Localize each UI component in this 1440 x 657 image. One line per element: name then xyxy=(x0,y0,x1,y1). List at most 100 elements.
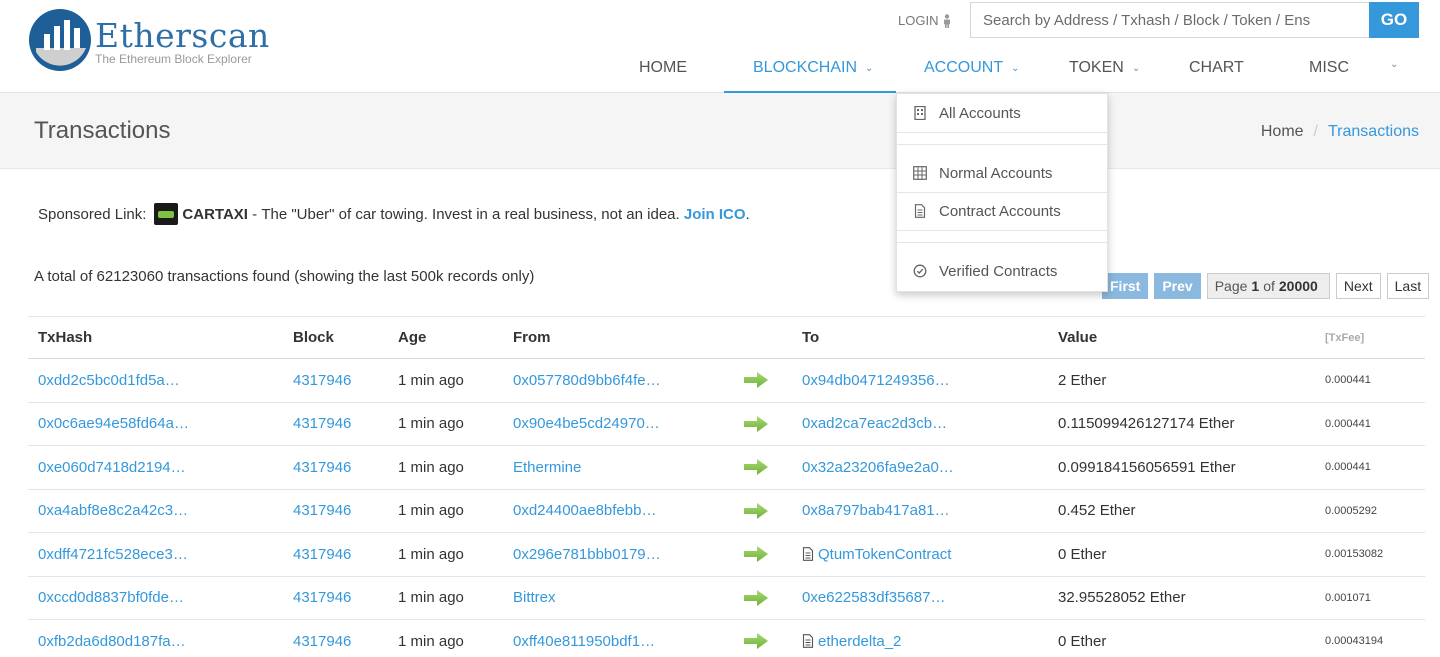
right-arrow-icon xyxy=(744,589,768,606)
tx-hash-link[interactable]: 0xdff4721fc528ece3… xyxy=(38,533,188,576)
tx-value: 32.95528052 Ether xyxy=(1058,589,1186,607)
account-dropdown-menu: All Accounts Normal Accounts Contract Ac… xyxy=(896,93,1108,292)
transfer-arrow-container xyxy=(743,446,769,489)
to-address-link[interactable]: 0x8a797bab417a81… xyxy=(802,502,950,519)
block-link[interactable]: 4317946 xyxy=(293,620,351,657)
to-address-link[interactable]: 0xad2ca7eac2d3cb… xyxy=(802,415,947,432)
tx-hash-link[interactable]: 0xdd2c5bc0d1fd5a… xyxy=(38,359,180,402)
from-address-link[interactable]: Ethermine xyxy=(513,446,581,489)
tx-hash-link[interactable]: 0x0c6ae94e58fd64a… xyxy=(38,403,189,446)
tx-fee: 0.00043194 xyxy=(1325,635,1384,648)
tx-hash-link[interactable]: 0xfb2da6d80d187fa… xyxy=(38,620,186,657)
from-address-link[interactable]: 0x296e781bbb0179… xyxy=(513,533,661,576)
right-arrow-icon xyxy=(744,546,768,563)
menu-item-normal-accounts[interactable]: Normal Accounts xyxy=(897,154,1107,192)
tx-hash-link[interactable]: 0xe060d7418d2194… xyxy=(38,446,186,489)
to-address-link[interactable]: 0x32a23206fa9e2a0… xyxy=(802,459,954,476)
tx-fee: 0.00153082 xyxy=(1325,548,1384,561)
nav-blockchain[interactable]: BLOCKCHAIN ⌄ xyxy=(753,59,873,77)
breadcrumb-separator: / xyxy=(1313,123,1318,140)
tx-value: 0.452 Ether xyxy=(1058,502,1136,520)
nav-account[interactable]: ACCOUNT ⌄ xyxy=(924,59,1020,77)
menu-item-all-accounts[interactable]: All Accounts xyxy=(897,94,1107,132)
to-address-link[interactable]: 0x94db0471249356… xyxy=(802,372,950,389)
etherscan-logo[interactable]: Etherscan The Ethereum Block Explorer xyxy=(28,6,288,76)
nav-chart[interactable]: CHART xyxy=(1189,59,1244,77)
breadcrumb: Home / Transactions xyxy=(1261,123,1419,141)
menu-label-contract-accounts: Contract Accounts xyxy=(939,202,1061,220)
to-address-link[interactable]: etherdelta_2 xyxy=(818,633,901,650)
breadcrumb-home[interactable]: Home xyxy=(1261,123,1304,141)
table-row: 0xccd0d8837bf0fde… 4317946 1 min ago Bittre… xyxy=(28,577,1425,620)
page-title: Transactions xyxy=(34,117,171,144)
building-icon xyxy=(914,106,926,120)
nav-token-label: TOKEN xyxy=(1069,59,1124,76)
header-to: To xyxy=(802,329,820,346)
header-from: From xyxy=(513,329,551,346)
menu-item-contract-accounts[interactable]: Contract Accounts xyxy=(897,192,1107,230)
to-address-link[interactable]: 0xe622583df35687… xyxy=(802,589,945,606)
check-circle-icon xyxy=(913,264,927,278)
block-link[interactable]: 4317946 xyxy=(293,403,351,446)
block-link[interactable]: 4317946 xyxy=(293,446,351,489)
pagination: First Prev Page 1 of 20000 Next Last xyxy=(1102,272,1430,299)
search-go-button[interactable]: GO xyxy=(1369,2,1419,38)
from-address-link[interactable]: 0x90e4be5cd24970… xyxy=(513,403,660,446)
table-row: 0xdff4721fc528ece3… 4317946 1 min ago 0x296… xyxy=(28,533,1425,577)
menu-label-normal-accounts: Normal Accounts xyxy=(939,164,1053,182)
tx-fee: 0.001071 xyxy=(1325,591,1371,604)
to-address-link[interactable]: QtumTokenContract xyxy=(818,546,951,563)
table-row: 0x0c6ae94e58fd64a… 4317946 1 min ago 0x90e4… xyxy=(28,403,1425,446)
tx-value: 0 Ether xyxy=(1058,632,1107,650)
user-icon xyxy=(944,13,951,28)
site-header: Etherscan The Ethereum Block Explorer LO… xyxy=(0,0,1440,93)
block-link[interactable]: 4317946 xyxy=(293,359,351,402)
block-link[interactable]: 4317946 xyxy=(293,577,351,620)
block-link[interactable]: 4317946 xyxy=(293,533,351,576)
menu-item-verified-contracts[interactable]: Verified Contracts xyxy=(897,252,1107,290)
from-address-link[interactable]: Bittrex xyxy=(513,577,556,620)
join-ico-link[interactable]: Join ICO xyxy=(684,206,746,223)
sponsor-brand[interactable]: CARTAXI xyxy=(182,206,248,223)
from-address-link[interactable]: 0x057780d9bb6f4fe… xyxy=(513,359,661,402)
first-page-button[interactable]: First xyxy=(1102,272,1149,299)
prev-page-button[interactable]: Prev xyxy=(1154,272,1201,299)
from-address-link[interactable]: 0xff40e811950bdf1… xyxy=(513,620,655,657)
last-page-button[interactable]: Last xyxy=(1386,272,1430,299)
to-address-cell: 0x8a797bab417a81… xyxy=(802,490,950,533)
table-row: 0xdd2c5bc0d1fd5a… 4317946 1 min ago 0x05778… xyxy=(28,359,1425,403)
nav-misc-toggle[interactable]: ⌄ xyxy=(1390,59,1398,70)
page-prefix: Page xyxy=(1214,277,1248,294)
search-input[interactable] xyxy=(970,2,1370,38)
nav-misc[interactable]: MISC xyxy=(1309,59,1349,77)
tx-hash-link[interactable]: 0xccd0d8837bf0fde… xyxy=(38,577,184,620)
chevron-down-icon: ⌄ xyxy=(1390,59,1399,70)
nav-token[interactable]: TOKEN ⌄ xyxy=(1069,59,1140,77)
tx-age: 1 min ago xyxy=(398,415,464,433)
login-link[interactable]: LOGIN xyxy=(898,13,952,28)
sponsored-label: Sponsored Link: xyxy=(38,205,147,223)
to-address-cell: QtumTokenContract xyxy=(802,533,951,576)
sponsor-period: . xyxy=(745,205,750,223)
nav-account-label: ACCOUNT xyxy=(924,59,1004,76)
next-page-button[interactable]: Next xyxy=(1335,272,1381,299)
cartaxi-logo-icon[interactable] xyxy=(154,203,179,225)
page-indicator: Page 1 of 20000 xyxy=(1206,272,1330,299)
transfer-arrow-container xyxy=(743,403,769,446)
sponsor-text: The "Uber" of car towing. Invest in a re… xyxy=(261,205,680,223)
tx-hash-link[interactable]: 0xa4abf8e8c2a42c3… xyxy=(38,490,188,533)
etherscan-logo-icon xyxy=(29,9,91,71)
transfer-arrow-container xyxy=(743,490,769,533)
tx-value: 0.099184156056591 Ether xyxy=(1058,458,1236,476)
tx-age: 1 min ago xyxy=(398,458,464,476)
transfer-arrow-container xyxy=(743,359,769,402)
right-arrow-icon xyxy=(744,633,768,650)
login-label: LOGIN xyxy=(898,13,939,28)
from-address-link[interactable]: 0xd24400ae8bfebb… xyxy=(513,490,656,533)
transfer-arrow-container xyxy=(743,533,769,576)
nav-home[interactable]: HOME xyxy=(639,59,687,77)
tx-age: 1 min ago xyxy=(398,632,464,650)
block-link[interactable]: 4317946 xyxy=(293,490,351,533)
contract-file-icon xyxy=(802,547,814,562)
nav-misc-label: MISC xyxy=(1309,59,1349,76)
